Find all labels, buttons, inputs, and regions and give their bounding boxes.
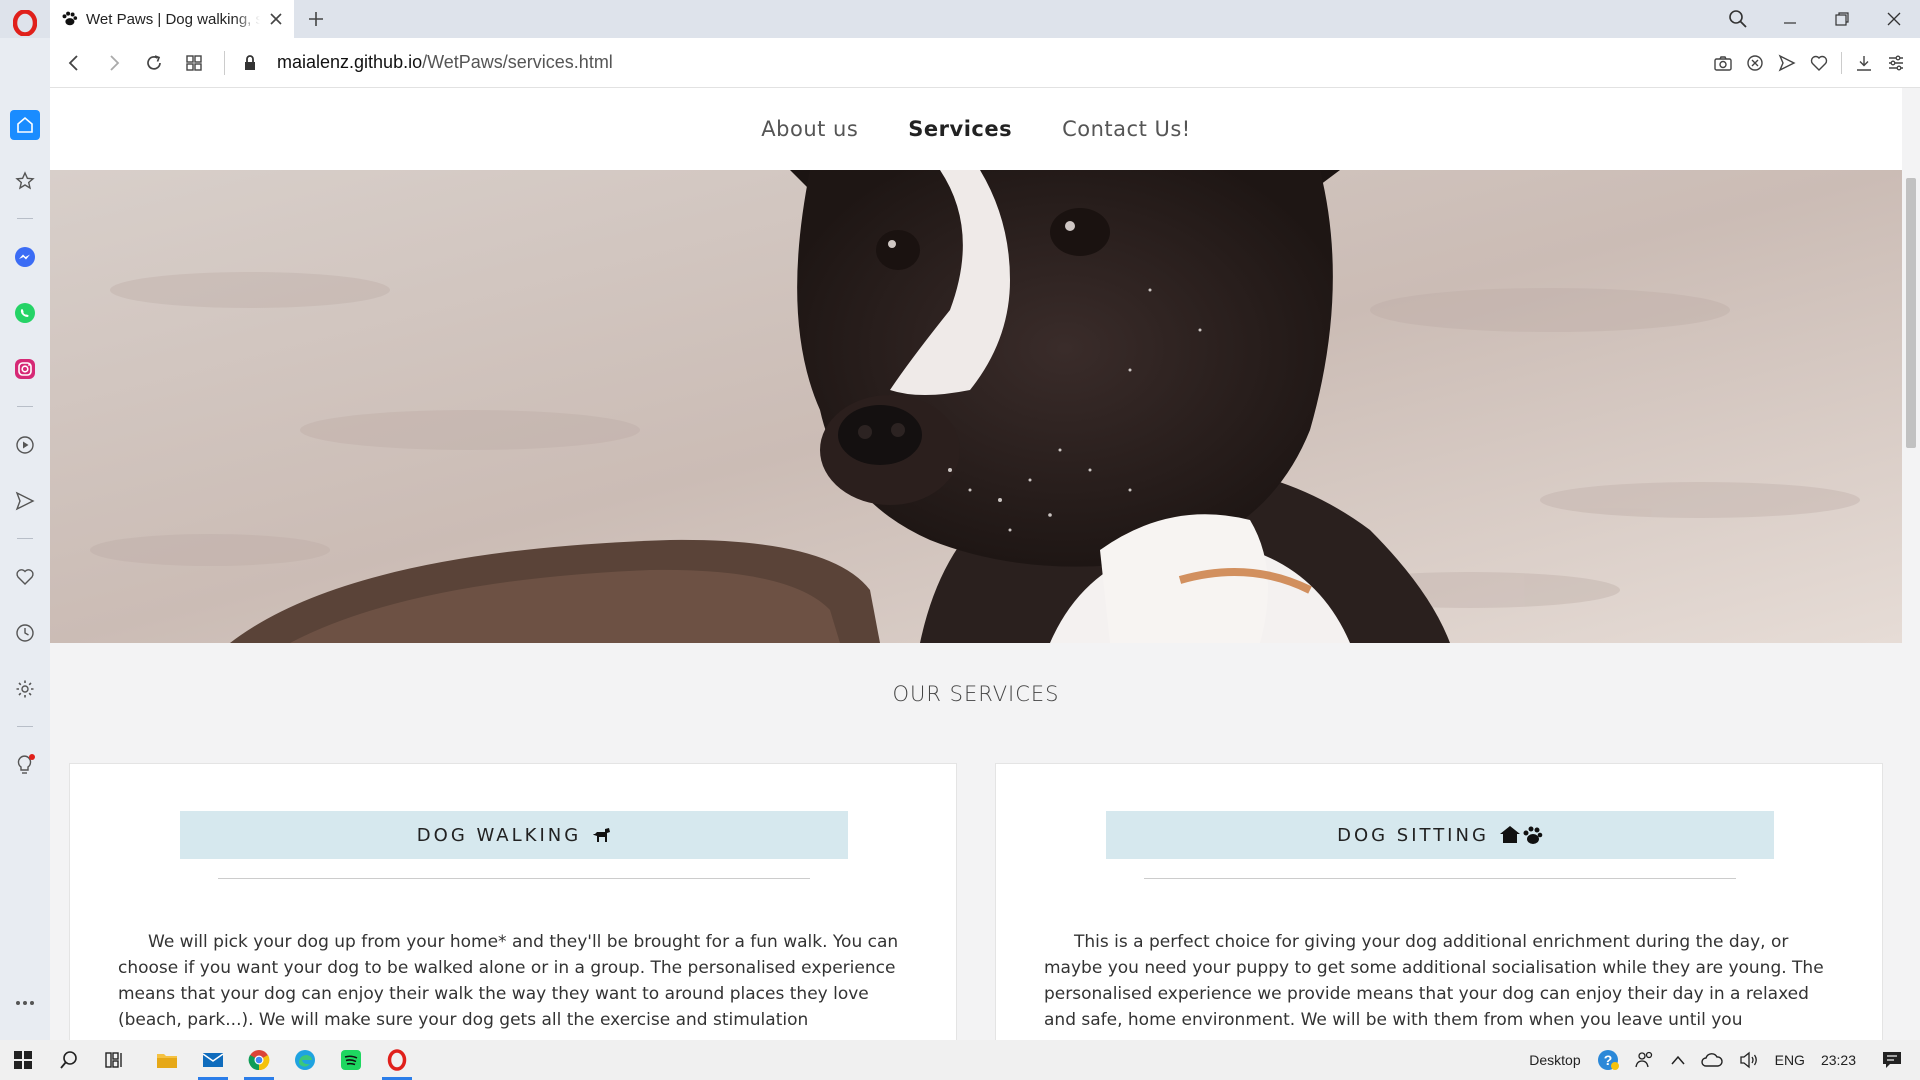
- chrome-icon[interactable]: [236, 1040, 282, 1080]
- service-description: We will pick your dog up from your home*…: [118, 932, 899, 1030]
- divider: [224, 50, 225, 75]
- player-icon[interactable]: [10, 430, 40, 460]
- onedrive-cloud-icon[interactable]: [1693, 1040, 1731, 1080]
- service-card-dog-sitting: DOG SITTING This is a perfect choice for…: [995, 763, 1883, 1040]
- opera-menu-icon[interactable]: [10, 8, 40, 38]
- hero-dog-image: [50, 170, 1902, 643]
- desktop-toolbar-label[interactable]: Desktop: [1521, 1040, 1588, 1080]
- sidebar-divider: [17, 218, 33, 219]
- sidebar-divider: [17, 406, 33, 407]
- service-title-chip: DOG SITTING: [1106, 811, 1774, 859]
- tab-title: Wet Paws | Dog walking, sitting: [86, 10, 260, 28]
- address-bar: maialenz.github.io/WetPaws/services.html: [50, 38, 1920, 88]
- url-field[interactable]: maialenz.github.io/WetPaws/services.html: [277, 52, 613, 73]
- chevron-up-icon[interactable]: [1663, 1040, 1693, 1080]
- bookmark-heart-icon[interactable]: [1803, 47, 1835, 79]
- opera-taskbar-icon[interactable]: [374, 1040, 420, 1080]
- notifications-icon[interactable]: [1864, 1040, 1920, 1080]
- restore-button[interactable]: [1816, 0, 1868, 38]
- divider: [1841, 52, 1842, 74]
- clock[interactable]: 23:23: [1813, 1040, 1864, 1080]
- service-title: DOG WALKING: [416, 824, 582, 846]
- ad-blocker-icon[interactable]: [1739, 47, 1771, 79]
- settings-gear-icon[interactable]: [10, 674, 40, 704]
- file-explorer-icon[interactable]: [144, 1040, 190, 1080]
- service-card-dog-walking: DOG WALKING We will pick your dog up fro…: [69, 763, 957, 1040]
- search-tabs-icon[interactable]: [1712, 0, 1764, 38]
- snapshot-icon[interactable]: [1707, 47, 1739, 79]
- people-icon[interactable]: [1627, 1040, 1663, 1080]
- download-icon[interactable]: [1848, 47, 1880, 79]
- sidebar-divider: [17, 726, 33, 727]
- scrollbar-thumb[interactable]: [1906, 178, 1916, 448]
- speed-dial-home-icon[interactable]: [10, 110, 40, 140]
- help-icon[interactable]: ?: [1589, 1040, 1627, 1080]
- back-button[interactable]: [54, 43, 94, 83]
- reload-button[interactable]: [134, 43, 174, 83]
- svg-text:?: ?: [1603, 1052, 1612, 1068]
- more-dots-icon[interactable]: [10, 988, 40, 1018]
- personal-news-heart-icon[interactable]: [10, 562, 40, 592]
- site-navigation: About us Services Contact Us!: [50, 88, 1902, 170]
- whatsapp-icon[interactable]: [10, 298, 40, 328]
- nav-link-services[interactable]: Services: [908, 117, 1012, 141]
- sidebar-divider: [17, 538, 33, 539]
- paw-favicon-icon: [62, 11, 78, 26]
- card-divider: [218, 878, 810, 879]
- home-paw-icon: [1499, 826, 1543, 844]
- minimize-button[interactable]: [1764, 0, 1816, 38]
- language-indicator[interactable]: ENG: [1767, 1040, 1813, 1080]
- forward-button[interactable]: [94, 43, 134, 83]
- windows-taskbar: Desktop ? ENG 23:23: [0, 1040, 1920, 1080]
- tips-lightbulb-icon[interactable]: [10, 750, 40, 780]
- edge-icon[interactable]: [282, 1040, 328, 1080]
- new-tab-icon[interactable]: [306, 9, 326, 29]
- easy-setup-icon[interactable]: [1880, 47, 1912, 79]
- service-title-chip: DOG WALKING: [180, 811, 848, 859]
- nav-link-contact[interactable]: Contact Us!: [1062, 117, 1191, 141]
- mail-icon[interactable]: [190, 1040, 236, 1080]
- system-tray: Desktop ? ENG 23:23: [1521, 1040, 1920, 1080]
- close-window-button[interactable]: [1868, 0, 1920, 38]
- service-title: DOG SITTING: [1337, 824, 1489, 846]
- dog-icon: [593, 828, 611, 842]
- nav-link-about[interactable]: About us: [761, 117, 858, 141]
- lock-icon[interactable]: [235, 43, 265, 83]
- page-scrollbar[interactable]: [1902, 88, 1920, 1040]
- instagram-icon[interactable]: [10, 354, 40, 384]
- page-viewport: About us Services Contact Us! OUR SERVIC…: [50, 88, 1902, 1040]
- browser-tab-active[interactable]: Wet Paws | Dog walking, sitting: [50, 0, 294, 38]
- section-heading: OUR SERVICES: [892, 682, 1060, 706]
- url-host: maialenz.github.io: [277, 52, 423, 72]
- task-view-icon[interactable]: [92, 1040, 138, 1080]
- bookmarks-star-icon[interactable]: [10, 166, 40, 196]
- browser-titlebar: Wet Paws | Dog walking, sitting: [0, 0, 1920, 38]
- my-flow-icon[interactable]: [10, 486, 40, 516]
- service-description: This is a perfect choice for giving your…: [1044, 932, 1824, 1030]
- volume-icon[interactable]: [1731, 1040, 1767, 1080]
- spotify-icon[interactable]: [328, 1040, 374, 1080]
- url-path: /WetPaws/services.html: [422, 52, 613, 72]
- opera-sidebar: [0, 38, 50, 1040]
- search-icon[interactable]: [46, 1040, 92, 1080]
- tab-grid-icon[interactable]: [174, 43, 214, 83]
- card-divider: [1144, 878, 1736, 879]
- windows-start-icon[interactable]: [0, 1040, 46, 1080]
- messenger-icon[interactable]: [10, 242, 40, 272]
- history-clock-icon[interactable]: [10, 618, 40, 648]
- send-icon[interactable]: [1771, 47, 1803, 79]
- close-tab-icon[interactable]: [268, 11, 284, 27]
